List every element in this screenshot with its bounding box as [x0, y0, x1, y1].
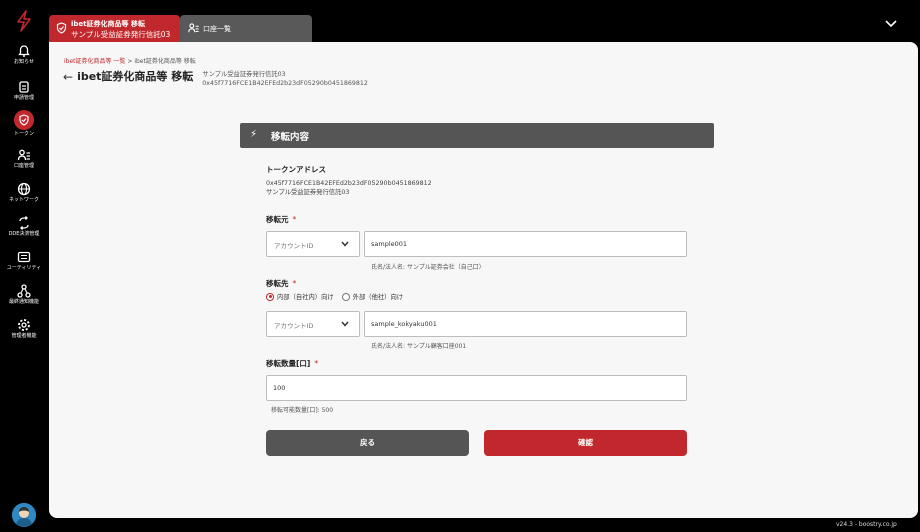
tab-subtitle: サンプル受益証券発行信託03	[71, 30, 171, 39]
back-button[interactable]: 戻る	[266, 430, 469, 456]
tab-token-transfer[interactable]: ibet証券化商品等 移転 サンプル受益証券発行信託03	[49, 15, 180, 42]
quantity-label: 移転数量[口] *	[266, 358, 318, 369]
sidebar-item-dde-settlement[interactable]: DDE決済管理	[0, 216, 48, 238]
sidebar-item-admin[interactable]: 管理者機能	[0, 318, 48, 340]
panel-header: ⚡︎ 移転内容	[240, 123, 714, 148]
sidebar-item-network[interactable]: ネットワーク	[0, 182, 48, 204]
page-title: ibet証券化商品等 移転	[77, 70, 194, 83]
to-label: 移転先 *	[266, 278, 296, 289]
to-type-radio-group: 内部（自社内）向け 外部（他社）向け	[266, 292, 411, 301]
from-label-text: 移転元	[266, 215, 289, 224]
sidebar-item-token[interactable]: トークン	[0, 110, 48, 138]
page-sub-address: 0x45f7716FCE1B42EFEd2b23dF05290b04518698…	[202, 79, 368, 87]
radio-label: 外部（他社）向け	[352, 294, 404, 301]
sidebar-item-final-notice[interactable]: 最終通知機能	[0, 284, 48, 306]
sidebar-item-accounts[interactable]: 口座管理	[0, 148, 48, 170]
quantity-input[interactable]: 100	[266, 375, 687, 401]
clipboard-icon	[19, 81, 29, 93]
active-indicator	[14, 110, 34, 130]
required-mark: *	[292, 215, 297, 224]
breadcrumb-link[interactable]: ibet証券化商品等 一覧	[64, 58, 125, 65]
shield-icon	[56, 22, 67, 34]
sidebar-item-label: 最終通知機能	[8, 299, 39, 305]
from-account-input[interactable]: sample001	[364, 231, 687, 257]
input-value: sample001	[371, 240, 408, 248]
page-header: ← ibet証券化商品等 移転 サンプル受益証券発行信託03 0x45f7716…	[63, 70, 368, 88]
shield-icon	[19, 114, 29, 126]
app-window: お知らせ 申請管理 トークン 口座管理 ネットワーク DDE決済管理 ユーティリ…	[0, 0, 920, 532]
tab-title: 口座一覧	[203, 25, 231, 33]
radio-external[interactable]: 外部（他社）向け	[341, 292, 404, 301]
main-content: ibet証券化商品等 一覧 > ibet証券化商品等 移転 ← ibet証券化商…	[49, 42, 918, 518]
user-avatar[interactable]	[12, 503, 36, 527]
page-sub-name: サンプル受益証券発行信託03	[202, 71, 286, 78]
account-list-icon	[17, 149, 30, 161]
chevron-down-icon[interactable]	[884, 18, 898, 30]
globe-icon	[17, 182, 31, 196]
chevron-down-icon	[341, 241, 349, 247]
panel-title: 移転内容	[271, 132, 310, 143]
from-label: 移転元 *	[266, 214, 296, 225]
quantity-label-text: 移転数量[口]	[266, 359, 311, 368]
sidebar-item-label: DDE決済管理	[8, 231, 40, 237]
back-arrow-icon[interactable]: ←	[63, 70, 73, 84]
token-address-value: 0x45f7716FCE1B42EFEd2b23dF05290b04518698…	[266, 180, 432, 187]
keyboard-icon	[17, 251, 31, 263]
token-name-value: サンプル受益証券発行信託03	[266, 188, 350, 196]
nodes-icon	[17, 284, 31, 298]
exchange-icon	[19, 216, 29, 230]
to-id-type-select[interactable]: アカウントID	[266, 311, 360, 337]
breadcrumb: ibet証券化商品等 一覧 > ibet証券化商品等 移転	[64, 56, 196, 65]
lightning-logo-icon[interactable]	[14, 10, 34, 32]
required-mark: *	[292, 279, 297, 288]
from-id-type-select[interactable]: アカウントID	[266, 231, 360, 257]
to-owner-hint: 氏名/法人名: サンプル顧客口座001	[371, 343, 467, 350]
sidebar: お知らせ 申請管理 トークン 口座管理 ネットワーク DDE決済管理 ユーティリ…	[0, 0, 48, 532]
lightning-icon: ⚡︎	[250, 129, 258, 140]
select-value: アカウントID	[274, 322, 314, 330]
account-list-icon	[188, 23, 199, 33]
select-value: アカウントID	[274, 242, 314, 250]
token-address-block: 0x45f7716FCE1B42EFEd2b23dF05290b04518698…	[266, 180, 432, 197]
breadcrumb-separator: >	[127, 58, 133, 65]
confirm-button[interactable]: 確認	[484, 430, 687, 456]
sidebar-item-label: トークン	[13, 131, 34, 137]
token-address-label: トークンアドレス	[266, 165, 326, 174]
input-value: sample_kokyaku001	[371, 320, 437, 328]
breadcrumb-current: ibet証券化商品等 移転	[134, 58, 196, 65]
to-account-input[interactable]: sample_kokyaku001	[364, 311, 687, 337]
bell-icon	[18, 45, 30, 57]
sidebar-item-label: ユーティリティ	[6, 265, 42, 271]
from-owner-hint: 氏名/法人名: サンプル証券会社（自己口）	[371, 264, 485, 271]
page-subtitle: サンプル受益証券発行信託03 0x45f7716FCE1B42EFEd2b23d…	[202, 71, 368, 88]
gear-icon	[18, 319, 30, 331]
tab-title: ibet証券化商品等 移転	[71, 20, 145, 28]
tab-account-list[interactable]: 口座一覧	[180, 15, 312, 42]
radio-internal[interactable]: 内部（自社内）向け	[266, 292, 334, 301]
sidebar-item-label: 口座管理	[13, 163, 34, 169]
radio-button[interactable]	[266, 292, 274, 301]
sidebar-item-applications[interactable]: 申請管理	[0, 80, 48, 102]
sidebar-item-notifications[interactable]: お知らせ	[0, 44, 48, 66]
sidebar-item-utility[interactable]: ユーティリティ	[0, 250, 48, 272]
user-avatar-icon	[12, 503, 36, 527]
quantity-available-hint: 移転可能数量[口]: 500	[271, 407, 334, 414]
version-footer: v24.3 - boostry.co.jp	[836, 521, 897, 528]
chevron-down-icon	[341, 321, 349, 327]
sidebar-item-label: 申請管理	[13, 95, 34, 101]
input-value: 100	[273, 384, 286, 392]
sidebar-item-label: 管理者機能	[11, 333, 37, 339]
to-label-text: 移転先	[266, 279, 289, 288]
radio-button[interactable]	[341, 292, 350, 301]
sidebar-item-label: ネットワーク	[8, 197, 39, 203]
required-mark: *	[314, 359, 319, 368]
sidebar-item-label: お知らせ	[14, 59, 34, 65]
radio-label: 内部（自社内）向け	[277, 294, 334, 301]
